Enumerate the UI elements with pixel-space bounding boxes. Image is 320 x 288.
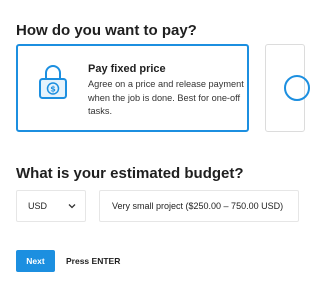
payment-heading: How do you want to pay? bbox=[16, 22, 197, 39]
press-enter-hint: Press ENTER bbox=[66, 256, 121, 266]
budget-range-value: Very small project ($250.00 – 750.00 USD… bbox=[112, 201, 284, 211]
currency-select[interactable]: USD bbox=[16, 190, 86, 222]
pay-fixed-price-card[interactable]: $ Pay fixed price Agree on a price and r… bbox=[16, 44, 249, 132]
budget-heading: What is your estimated budget? bbox=[16, 165, 244, 182]
svg-text:$: $ bbox=[50, 85, 56, 94]
payment-option-icon bbox=[284, 75, 310, 101]
card-description: Agree on a price and release payment whe… bbox=[88, 79, 244, 116]
next-button[interactable]: Next bbox=[16, 250, 55, 272]
budget-range-select[interactable]: Very small project ($250.00 – 750.00 USD… bbox=[99, 190, 299, 222]
card-title: Pay fixed price bbox=[88, 63, 166, 75]
currency-value: USD bbox=[28, 201, 48, 211]
pay-option-card-partial[interactable] bbox=[265, 44, 310, 132]
lock-dollar-icon: $ bbox=[39, 65, 67, 99]
chevron-down-icon bbox=[68, 204, 76, 209]
